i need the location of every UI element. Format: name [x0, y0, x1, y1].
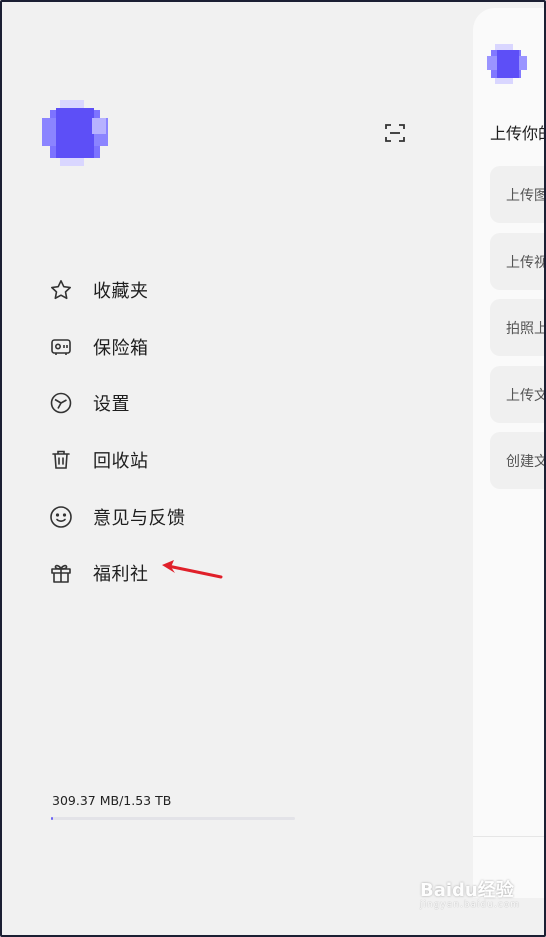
panel-avatar — [487, 44, 527, 84]
photo-upload-card[interactable]: 拍照上传 — [490, 299, 546, 356]
upload-image-card[interactable]: 上传图片 — [490, 166, 546, 223]
main-panel: 上传你的 上传图片 上传视频 拍照上传 上传文件 创建文件夹 — [473, 8, 546, 898]
main-panel-clip: 上传你的 上传图片 上传视频 拍照上传 上传文件 创建文件夹 — [0, 0, 546, 937]
panel-title: 上传你的 — [490, 124, 546, 143]
create-folder-card[interactable]: 创建文件夹 — [490, 432, 546, 489]
panel-divider — [473, 836, 546, 837]
baidu-watermark: Baidu经验 jingyan.baidu.com — [420, 880, 521, 910]
upload-file-card[interactable]: 上传文件 — [490, 366, 546, 423]
upload-video-card[interactable]: 上传视频 — [490, 233, 546, 290]
